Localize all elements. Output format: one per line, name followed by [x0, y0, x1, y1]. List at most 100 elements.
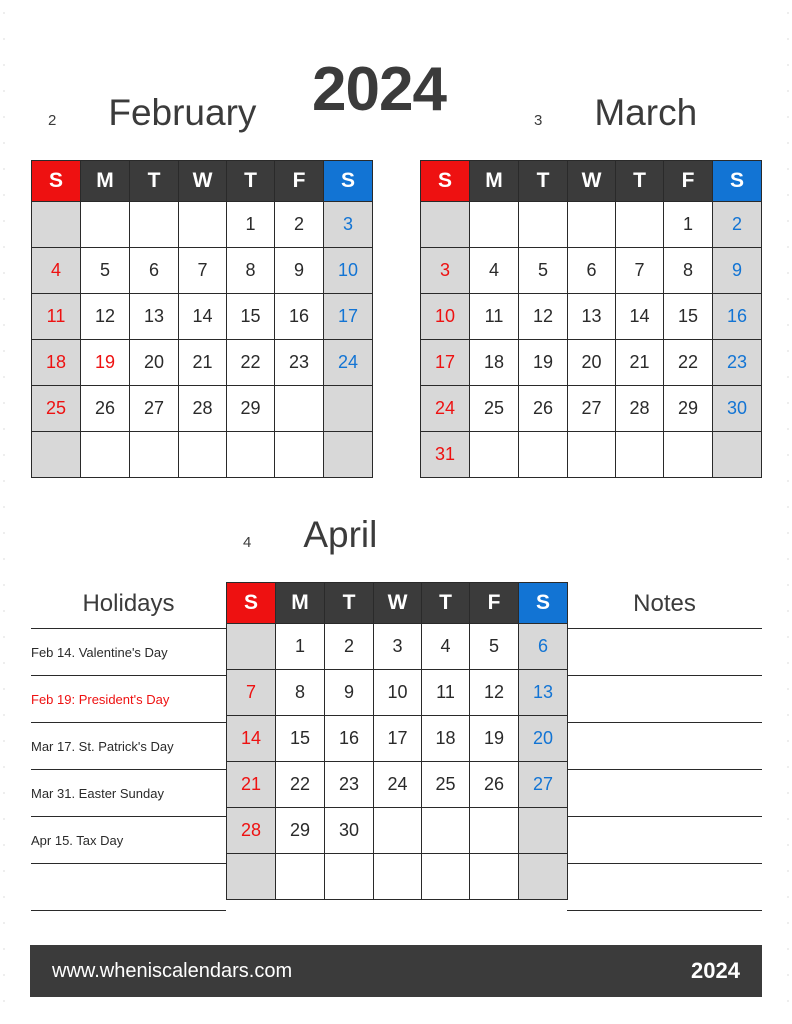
day-cell-april-14[interactable]: 14	[226, 715, 276, 762]
day-cell-february-7[interactable]: 7	[178, 247, 227, 294]
day-cell-february-12[interactable]: 12	[80, 293, 130, 340]
day-cell-march-6[interactable]: 6	[567, 247, 616, 294]
day-cell-february-14[interactable]: 14	[178, 293, 227, 340]
day-cell-february-16[interactable]: 16	[274, 293, 324, 340]
day-cell-april-3[interactable]: 3	[373, 623, 422, 670]
day-cell-february-1[interactable]: 1	[226, 201, 275, 248]
day-cell-april-5[interactable]: 5	[469, 623, 519, 670]
day-cell-february-17[interactable]: 17	[323, 293, 373, 340]
day-cell-april-28[interactable]: 28	[226, 807, 276, 854]
day-cell-april-30[interactable]: 30	[324, 807, 374, 854]
day-cell-april-15[interactable]: 15	[275, 715, 325, 762]
notes-line-5[interactable]	[567, 863, 762, 911]
day-cell-february-15[interactable]: 15	[226, 293, 275, 340]
day-cell-march-25[interactable]: 25	[469, 385, 519, 432]
day-cell-april-19[interactable]: 19	[469, 715, 519, 762]
day-cell-march-8[interactable]: 8	[663, 247, 713, 294]
day-cell-april-26[interactable]: 26	[469, 761, 519, 808]
day-cell-february-19[interactable]: 19	[80, 339, 130, 386]
day-cell-april-1[interactable]: 1	[275, 623, 325, 670]
day-cell-march-5[interactable]: 5	[518, 247, 568, 294]
day-cell-february-4[interactable]: 4	[31, 247, 81, 294]
day-cell-march-28[interactable]: 28	[615, 385, 664, 432]
day-cell-february-5[interactable]: 5	[80, 247, 130, 294]
day-cell-march-17[interactable]: 17	[420, 339, 470, 386]
day-cell-march-24[interactable]: 24	[420, 385, 470, 432]
notes-line-1[interactable]	[567, 675, 762, 723]
day-cell-april-17[interactable]: 17	[373, 715, 422, 762]
day-cell-march-11[interactable]: 11	[469, 293, 519, 340]
day-cell-april-13[interactable]: 13	[518, 669, 568, 716]
day-cell-april-16[interactable]: 16	[324, 715, 374, 762]
day-cell-february-24[interactable]: 24	[323, 339, 373, 386]
day-cell-april-23[interactable]: 23	[324, 761, 374, 808]
day-cell-march-9[interactable]: 9	[712, 247, 762, 294]
day-cell-march-21[interactable]: 21	[615, 339, 664, 386]
day-cell-march-19[interactable]: 19	[518, 339, 568, 386]
day-cell-february-28[interactable]: 28	[178, 385, 227, 432]
day-cell-february-13[interactable]: 13	[129, 293, 179, 340]
day-cell-march-14[interactable]: 14	[615, 293, 664, 340]
day-cell-february-2[interactable]: 2	[274, 201, 324, 248]
day-cell-february-23[interactable]: 23	[274, 339, 324, 386]
day-cell-march-29[interactable]: 29	[663, 385, 713, 432]
day-cell-february-22[interactable]: 22	[226, 339, 275, 386]
day-cell-february-6[interactable]: 6	[129, 247, 179, 294]
notes-line-3[interactable]	[567, 769, 762, 817]
day-cell-february-29[interactable]: 29	[226, 385, 275, 432]
day-cell-february-18[interactable]: 18	[31, 339, 81, 386]
day-cell-february-27[interactable]: 27	[129, 385, 179, 432]
day-cell-march-7[interactable]: 7	[615, 247, 664, 294]
day-cell-march-22[interactable]: 22	[663, 339, 713, 386]
day-cell-april-6[interactable]: 6	[518, 623, 568, 670]
weekday-header-march-5: F	[663, 160, 713, 202]
day-cell-april-24[interactable]: 24	[373, 761, 422, 808]
day-cell-march-10[interactable]: 10	[420, 293, 470, 340]
day-cell-february-10[interactable]: 10	[323, 247, 373, 294]
day-cell-april-12[interactable]: 12	[469, 669, 519, 716]
day-cell-february-3[interactable]: 3	[323, 201, 373, 248]
day-cell-april-8[interactable]: 8	[275, 669, 325, 716]
day-cell-april-22[interactable]: 22	[275, 761, 325, 808]
day-cell-march-16[interactable]: 16	[712, 293, 762, 340]
day-cell-march-26[interactable]: 26	[518, 385, 568, 432]
day-cell-march-31[interactable]: 31	[420, 431, 470, 478]
day-cell-april-4[interactable]: 4	[421, 623, 470, 670]
day-cell-march-3[interactable]: 3	[420, 247, 470, 294]
notes-line-0[interactable]	[567, 628, 762, 676]
day-cell-march-12[interactable]: 12	[518, 293, 568, 340]
day-cell-march-1[interactable]: 1	[663, 201, 713, 248]
footer-website[interactable]: www.wheniscalendars.com	[52, 960, 292, 983]
day-cell-march-30[interactable]: 30	[712, 385, 762, 432]
day-cell-april-27[interactable]: 27	[518, 761, 568, 808]
day-cell-april-9[interactable]: 9	[324, 669, 374, 716]
day-cell-april-2[interactable]: 2	[324, 623, 374, 670]
day-cell-february-8[interactable]: 8	[226, 247, 275, 294]
notes-row	[567, 863, 762, 911]
notes-line-2[interactable]	[567, 722, 762, 770]
day-cell-april-29[interactable]: 29	[275, 807, 325, 854]
day-cell-april-10[interactable]: 10	[373, 669, 422, 716]
day-cell-march-18[interactable]: 18	[469, 339, 519, 386]
day-cell-april-21[interactable]: 21	[226, 761, 276, 808]
day-cell-april-20[interactable]: 20	[518, 715, 568, 762]
day-cell-february-26[interactable]: 26	[80, 385, 130, 432]
day-cell-february-9[interactable]: 9	[274, 247, 324, 294]
day-cell-april-25[interactable]: 25	[421, 761, 470, 808]
day-cell-empty	[274, 385, 324, 432]
day-cell-march-27[interactable]: 27	[567, 385, 616, 432]
day-cell-april-18[interactable]: 18	[421, 715, 470, 762]
day-cell-march-2[interactable]: 2	[712, 201, 762, 248]
day-cell-march-4[interactable]: 4	[469, 247, 519, 294]
day-cell-april-7[interactable]: 7	[226, 669, 276, 716]
day-cell-february-11[interactable]: 11	[31, 293, 81, 340]
day-cell-march-13[interactable]: 13	[567, 293, 616, 340]
day-cell-march-20[interactable]: 20	[567, 339, 616, 386]
day-cell-march-15[interactable]: 15	[663, 293, 713, 340]
day-cell-april-11[interactable]: 11	[421, 669, 470, 716]
day-cell-february-21[interactable]: 21	[178, 339, 227, 386]
day-cell-march-23[interactable]: 23	[712, 339, 762, 386]
day-cell-february-25[interactable]: 25	[31, 385, 81, 432]
day-cell-february-20[interactable]: 20	[129, 339, 179, 386]
notes-line-4[interactable]	[567, 816, 762, 864]
